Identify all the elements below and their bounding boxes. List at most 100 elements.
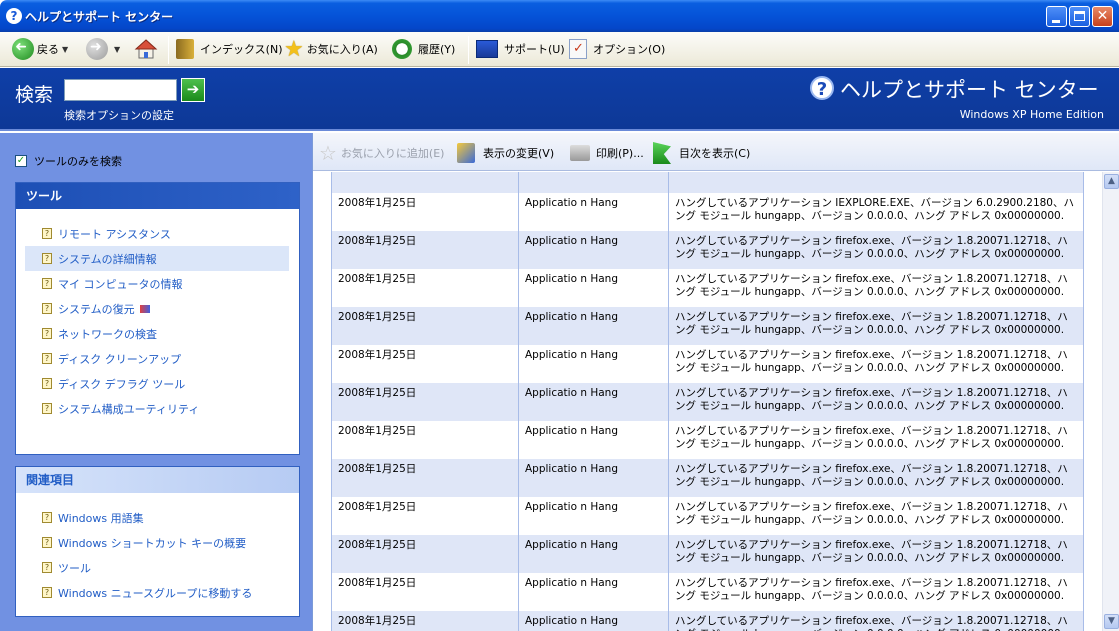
- scroll-down-button[interactable]: ▼: [1104, 614, 1119, 629]
- tool-label: ディスク デフラグ ツール: [58, 377, 186, 391]
- search-input[interactable]: [64, 79, 177, 101]
- help-topic-icon: ?: [42, 537, 52, 548]
- tool-item-network-diagnostics[interactable]: ? ネットワークの検査: [25, 321, 289, 346]
- event-list-viewport[interactable]: ュール hungapp、バージョン 0.0.0.0、ハング アドレス 0x000…: [313, 172, 1102, 631]
- tool-item-disk-cleanup[interactable]: ? ディスク クリーンアップ: [25, 346, 289, 371]
- related-panel-title: 関連項目: [16, 467, 299, 493]
- event-description: ハングしているアプリケーション firefox.exe、バージョン 1.8.20…: [668, 345, 1084, 383]
- table-row[interactable]: 2008年1月25日 Applicatio n Hang ハングしているアプリケーシ…: [331, 611, 1084, 631]
- event-date: 2008年1月25日: [331, 459, 519, 497]
- tool-label: マイ コンピュータの情報: [58, 277, 183, 291]
- table-row[interactable]: 2008年1月25日 Applicatio n Hang ハングしているアプリケーシ…: [331, 383, 1084, 421]
- event-date: 2008年1月25日: [331, 193, 519, 231]
- tool-item-msconfig[interactable]: ? システム構成ユーティリティ: [25, 396, 289, 421]
- table-row[interactable]: 2008年1月25日 Applicatio n Hang ハングしているアプリケーシ…: [331, 459, 1084, 497]
- options-button[interactable]: オプション(O): [569, 37, 665, 61]
- minimize-button[interactable]: [1046, 6, 1067, 27]
- event-source: Applicatio n Hang: [518, 231, 669, 269]
- tool-item-my-computer-info[interactable]: ? マイ コンピュータの情報: [25, 271, 289, 296]
- related-item-glossary[interactable]: ? Windows 用語集: [25, 505, 289, 530]
- related-item-newsgroups[interactable]: ? Windows ニュースグループに移動する: [25, 580, 289, 605]
- table-row[interactable]: 2008年1月25日 Applicatio n Hang ハングしているアプリケーシ…: [331, 421, 1084, 459]
- tools-panel: ツール ? リモート アシスタンス ? システムの詳細情報 ? マイ コンピュータの情…: [15, 182, 300, 455]
- event-description: ハングしているアプリケーション firefox.exe、バージョン 1.8.20…: [668, 383, 1084, 421]
- search-options-link[interactable]: 検索オプションの設定: [64, 107, 174, 123]
- event-source: Applicatio n Hang: [518, 573, 669, 611]
- event-date: [331, 172, 519, 193]
- tool-item-disk-defrag[interactable]: ? ディスク デフラグ ツール: [25, 371, 289, 396]
- system-restore-icon: [139, 304, 150, 313]
- main-toolbar: 戻る ▼ ▼ インデックス(N) ★ お気に入り(A) 履歴(Y) サポート(U…: [0, 32, 1119, 67]
- related-label: Windows 用語集: [58, 511, 144, 525]
- table-row[interactable]: 2008年1月25日 Applicatio n Hang ハングしているアプリケーシ…: [331, 193, 1084, 231]
- index-label: インデックス(N): [200, 43, 283, 56]
- event-description: ュール hungapp、バージョン 0.0.0.0、ハング アドレス 0x000…: [668, 172, 1084, 193]
- change-view-button[interactable]: 表示の変更(V): [457, 142, 554, 164]
- close-button[interactable]: ✕: [1092, 6, 1113, 27]
- tool-label: ネットワークの検査: [58, 327, 157, 341]
- table-row[interactable]: ュール hungapp、バージョン 0.0.0.0、ハング アドレス 0x000…: [331, 172, 1084, 193]
- help-topic-icon: ?: [42, 328, 52, 339]
- index-button[interactable]: インデックス(N): [176, 37, 282, 61]
- event-date: 2008年1月25日: [331, 383, 519, 421]
- print-button[interactable]: 印刷(P)...: [570, 142, 644, 164]
- chevron-down-icon[interactable]: ▼: [62, 45, 68, 54]
- history-button[interactable]: 履歴(Y): [392, 37, 455, 61]
- support-button[interactable]: サポート(U): [476, 37, 565, 61]
- back-button[interactable]: 戻る ▼: [12, 37, 68, 61]
- favorites-button[interactable]: ★ お気に入り(A): [284, 36, 378, 62]
- help-topic-icon: ?: [42, 512, 52, 523]
- help-topic-icon: ?: [42, 353, 52, 364]
- related-panel: 関連項目 ? Windows 用語集 ? Windows ショートカット キーの概要…: [15, 466, 300, 617]
- event-source: Applicatio n Hang: [518, 497, 669, 535]
- star-icon: ★: [284, 36, 304, 62]
- table-row[interactable]: 2008年1月25日 Applicatio n Hang ハングしているアプリケーシ…: [331, 535, 1084, 573]
- event-date: 2008年1月25日: [331, 573, 519, 611]
- tools-only-checkbox[interactable]: ✓ ツールのみを検索: [15, 153, 122, 169]
- search-go-button[interactable]: ➔: [181, 78, 205, 102]
- tools-only-label: ツールのみを検索: [34, 155, 122, 168]
- checkbox-checked-icon[interactable]: ✓: [15, 155, 27, 167]
- chevron-down-icon[interactable]: ▼: [114, 45, 120, 54]
- vertical-scrollbar[interactable]: ▲ ▼: [1102, 172, 1119, 631]
- table-row[interactable]: 2008年1月25日 Applicatio n Hang ハングしているアプリケーシ…: [331, 497, 1084, 535]
- content-pane: ☆ お気に入りに追加(E) 表示の変更(V) 印刷(P)... 目次を表示(C)…: [312, 133, 1119, 631]
- related-item-shortcuts[interactable]: ? Windows ショートカット キーの概要: [25, 530, 289, 555]
- toolbar-separator: [468, 36, 469, 64]
- tool-item-system-restore[interactable]: ? システムの復元: [25, 296, 289, 321]
- event-source: Applicatio n Hang: [518, 535, 669, 573]
- table-row[interactable]: 2008年1月25日 Applicatio n Hang ハングしているアプリケーシ…: [331, 269, 1084, 307]
- support-icon: [476, 40, 498, 58]
- tool-item-remote-assistance[interactable]: ? リモート アシスタンス: [25, 221, 289, 246]
- event-description: ハングしているアプリケーション firefox.exe、バージョン 1.8.20…: [668, 459, 1084, 497]
- event-description: ハングしているアプリケーション firefox.exe、バージョン 1.8.20…: [668, 269, 1084, 307]
- change-view-label: 表示の変更(V): [483, 147, 555, 160]
- forward-button[interactable]: ▼: [86, 37, 120, 61]
- event-date: 2008年1月25日: [331, 231, 519, 269]
- search-header: 検索 ➔ 検索オプションの設定 ? ヘルプとサポート センター Windows …: [0, 68, 1119, 131]
- tool-label: システムの詳細情報: [58, 252, 157, 266]
- title-bar[interactable]: ? ヘルプとサポート センター ✕: [0, 0, 1119, 32]
- related-item-tools[interactable]: ? ツール: [25, 555, 289, 580]
- related-label: Windows ニュースグループに移動する: [58, 586, 253, 600]
- help-topic-icon: ?: [42, 378, 52, 389]
- table-row[interactable]: 2008年1月25日 Applicatio n Hang ハングしているアプリケーシ…: [331, 307, 1084, 345]
- table-row[interactable]: 2008年1月25日 Applicatio n Hang ハングしているアプリケーシ…: [331, 573, 1084, 611]
- event-description: ハングしているアプリケーション IEXPLORE.EXE、バージョン 6.0.2…: [668, 193, 1084, 231]
- table-row[interactable]: 2008年1月25日 Applicatio n Hang ハングしているアプリケーシ…: [331, 345, 1084, 383]
- event-date: 2008年1月25日: [331, 269, 519, 307]
- related-label: Windows ショートカット キーの概要: [58, 536, 247, 550]
- add-favorite-button[interactable]: ☆ お気に入りに追加(E): [319, 141, 444, 165]
- toolbar-separator: [168, 36, 169, 64]
- support-label: サポート(U): [504, 43, 565, 56]
- event-date: 2008年1月25日: [331, 307, 519, 345]
- maximize-button[interactable]: [1069, 6, 1090, 27]
- table-row[interactable]: 2008年1月25日 Applicatio n Hang ハングしているアプリケーシ…: [331, 231, 1084, 269]
- help-topic-icon: ?: [42, 253, 52, 264]
- show-toc-button[interactable]: 目次を表示(C): [653, 142, 750, 164]
- home-button[interactable]: [134, 37, 161, 61]
- content-toolbar: ☆ お気に入りに追加(E) 表示の変更(V) 印刷(P)... 目次を表示(C): [313, 133, 1119, 171]
- scroll-up-button[interactable]: ▲: [1104, 174, 1119, 189]
- tool-item-system-info[interactable]: ? システムの詳細情報: [25, 246, 289, 271]
- event-source: Applicatio n Hang: [518, 421, 669, 459]
